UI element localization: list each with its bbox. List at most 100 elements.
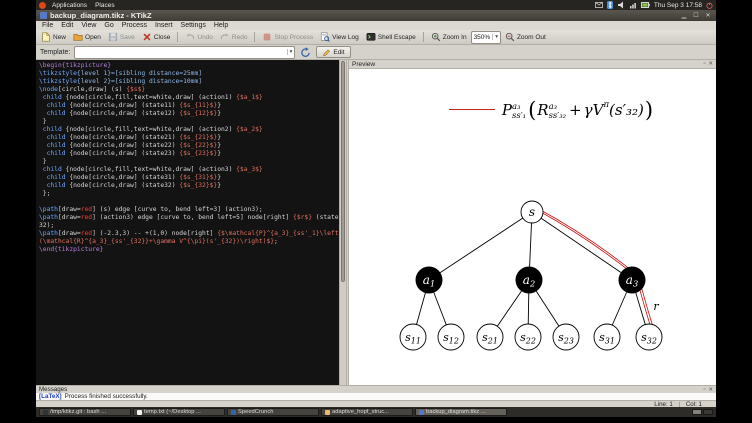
template-select[interactable]: ▾ bbox=[74, 45, 296, 59]
template-bar: Template: ▾ Edit bbox=[36, 45, 716, 60]
code-line: child {node[circle,draw] (state12) {$s_{… bbox=[39, 110, 222, 117]
editor-scrollbar[interactable] bbox=[339, 60, 346, 385]
code-line: \end{tikzpicture} bbox=[39, 246, 104, 253]
workspace-switcher[interactable] bbox=[692, 409, 713, 415]
preview-header: Preview ▫ ✕ bbox=[349, 60, 716, 69]
code-line: child {node[circle,draw] (state23) {$s_{… bbox=[39, 150, 222, 157]
menu-settings[interactable]: Settings bbox=[177, 22, 210, 29]
save-icon bbox=[108, 32, 118, 42]
taskbar-item-terminal[interactable]: /tmp/ktikz.git : bash ... bbox=[39, 408, 131, 416]
reload-template-button[interactable] bbox=[299, 46, 312, 58]
zoom-out-button[interactable]: Zoom Out bbox=[502, 31, 549, 43]
workspace-1[interactable] bbox=[692, 409, 702, 415]
menu-help[interactable]: Help bbox=[210, 22, 232, 29]
code-line: \path[draw=red] (s) edge [curve to, bend… bbox=[39, 206, 263, 213]
stop-icon bbox=[264, 33, 271, 41]
code-line: child {node[circle,draw] (state22) {$s_{… bbox=[39, 142, 222, 149]
bluetooth-icon[interactable] bbox=[606, 1, 613, 9]
code-line: \begin{tikzpicture} bbox=[39, 62, 112, 69]
maximize-button[interactable]: ☐ bbox=[692, 12, 700, 19]
shell-escape-button[interactable]: Shell Escape bbox=[363, 31, 419, 43]
menu-view[interactable]: View bbox=[77, 22, 100, 29]
taskbar-item-adaptive-hopf[interactable]: adaptive_hopf_struc... bbox=[321, 408, 413, 416]
label-reward: r bbox=[653, 300, 659, 313]
taskbar-item-speedcrunch[interactable]: SpeedCrunch bbox=[227, 408, 319, 416]
float-pane-button[interactable]: ▫ bbox=[703, 61, 705, 67]
template-label: Template: bbox=[40, 48, 71, 56]
close-button[interactable]: Close bbox=[139, 31, 174, 43]
code-line: \node[circle,draw] (s) {$s$} bbox=[39, 86, 146, 93]
places-menu[interactable]: Places bbox=[93, 2, 117, 9]
preview-canvas: Pa₃ ss′₁ ( Ra₃ ss′₃₂ + γV π (s′₃₂) ) s a… bbox=[349, 69, 716, 385]
code-line: \tikzstyle{level 2}=[sibling distance=10… bbox=[39, 78, 203, 85]
messages-header: Messages ▫ ✕ bbox=[36, 385, 716, 393]
menu-file[interactable]: File bbox=[38, 22, 57, 29]
redo-button[interactable]: Redo bbox=[217, 31, 251, 43]
mail-icon[interactable] bbox=[595, 2, 603, 8]
menu-go[interactable]: Go bbox=[100, 22, 117, 29]
new-button[interactable]: New bbox=[38, 31, 69, 43]
code-line: child {node[circle,fill,text=white,draw]… bbox=[39, 94, 263, 101]
undo-button[interactable]: Undo bbox=[182, 31, 216, 43]
taskbar-item-backup-diagram[interactable]: backup_diagram.tikz ... bbox=[415, 408, 507, 416]
open-folder-icon bbox=[73, 34, 83, 41]
code-line: child {node[circle,fill,text=white,draw]… bbox=[39, 166, 263, 173]
close-window-button[interactable]: ✕ bbox=[704, 12, 712, 19]
applications-menu[interactable]: Applications bbox=[50, 2, 89, 9]
chevron-down-icon: ▾ bbox=[492, 34, 498, 40]
minimize-button[interactable]: ▁ bbox=[680, 12, 688, 19]
save-button[interactable]: Save bbox=[105, 31, 138, 43]
code-area[interactable]: \begin{tikzpicture} \tikzstyle{level 1}=[… bbox=[36, 62, 339, 385]
float-pane-button[interactable]: ▫ bbox=[703, 387, 705, 393]
menu-process[interactable]: Process bbox=[118, 22, 151, 29]
code-editor[interactable]: \begin{tikzpicture} \tikzstyle{level 1}=[… bbox=[36, 60, 346, 385]
zoom-in-icon bbox=[431, 32, 440, 42]
top-panel: Applications Places Thu Sep 3 17:58 bbox=[36, 0, 716, 10]
power-icon[interactable] bbox=[706, 1, 713, 9]
terminal-icon bbox=[366, 33, 376, 41]
clock[interactable]: Thu Sep 3 17:58 bbox=[654, 2, 702, 9]
app-icon bbox=[40, 12, 47, 19]
zoom-in-button[interactable]: Zoom In bbox=[428, 31, 470, 43]
code-line: \path[draw=red] (-2.3,3) -- +(1,0) node[… bbox=[39, 230, 339, 245]
menu-edit[interactable]: Edit bbox=[57, 22, 77, 29]
edit-template-button[interactable]: Edit bbox=[316, 46, 351, 58]
distro-logo-icon[interactable] bbox=[39, 1, 46, 9]
preview-title: Preview bbox=[352, 60, 376, 68]
status-separator bbox=[678, 401, 680, 407]
screen: Applications Places Thu Sep 3 17:58 back… bbox=[0, 0, 752, 423]
code-line: } bbox=[39, 158, 47, 165]
workspace-2[interactable] bbox=[703, 409, 713, 415]
code-line: \tikzstyle{level 1}=[sibling distance=25… bbox=[39, 70, 203, 77]
undo-icon bbox=[187, 33, 195, 40]
code-line: child {node[circle,draw] (state21) {$s_{… bbox=[39, 134, 222, 141]
code-line: child {node[circle,fill,text=white,draw]… bbox=[39, 126, 263, 133]
latex-tag: [LaTeX] bbox=[39, 393, 62, 400]
taskbar: /tmp/ktikz.git : bash ... temp.txt (~/De… bbox=[36, 407, 716, 417]
tree-nodes bbox=[399, 200, 663, 351]
zoom-level-select[interactable]: 350% ▾ bbox=[470, 30, 501, 44]
open-button[interactable]: Open bbox=[70, 31, 104, 43]
menu-bar: File Edit View Go Process Insert Setting… bbox=[36, 21, 716, 30]
close-pane-button[interactable]: ✕ bbox=[708, 387, 713, 393]
toolbar-separator bbox=[254, 32, 256, 42]
view-log-icon bbox=[321, 32, 331, 42]
code-line: child {node[circle,draw] (state31) {$s_{… bbox=[39, 174, 222, 181]
scrollbar-thumb[interactable] bbox=[341, 61, 345, 282]
close-pane-button[interactable]: ✕ bbox=[708, 61, 713, 67]
taskbar-item-gedit[interactable]: temp.txt (~/Desktop ... bbox=[133, 408, 225, 416]
window-titlebar[interactable]: backup_diagram.tikz - KTikZ ▁ ☐ ✕ bbox=[36, 10, 716, 21]
battery-icon[interactable] bbox=[640, 2, 650, 8]
messages-title: Messages bbox=[39, 386, 68, 393]
backup-diagram: s a1 a2 a3 s11 s12 s21 s22 s23 s31 s32 r bbox=[399, 200, 663, 351]
messages-body: [LaTeX] Process finished successfully. bbox=[36, 393, 716, 400]
view-log-button[interactable]: View Log bbox=[317, 31, 362, 43]
volume-icon[interactable] bbox=[617, 1, 625, 9]
calculator-icon bbox=[231, 409, 236, 415]
network-icon[interactable] bbox=[629, 1, 637, 9]
menu-insert[interactable]: Insert bbox=[151, 22, 177, 29]
terminal-icon bbox=[43, 409, 48, 415]
stop-process-button[interactable]: Stop Process bbox=[259, 31, 316, 43]
redo-icon bbox=[220, 33, 229, 40]
